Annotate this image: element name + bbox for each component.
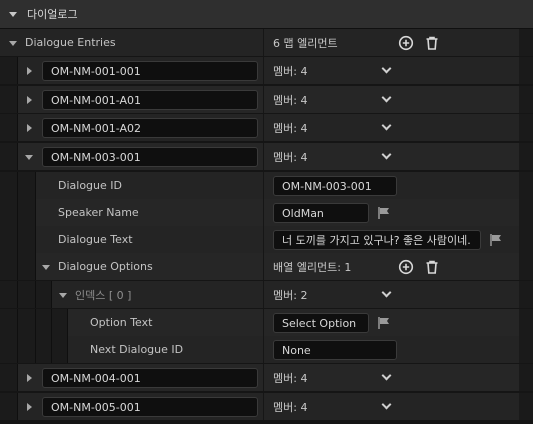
dialogue-id-row: Dialogue ID OM-NM-003-001 — [0, 172, 533, 200]
option-text-field[interactable]: Select Option — [273, 313, 369, 333]
expand-arrow-icon[interactable] — [9, 41, 17, 46]
collapse-arrow-icon[interactable] — [9, 11, 17, 17]
entry-key-field[interactable]: OM-NM-005-001 — [42, 397, 258, 417]
expand-arrow-icon[interactable] — [27, 96, 32, 104]
chevron-down-icon[interactable] — [381, 399, 392, 410]
option-text-row: Option Text Select Option — [0, 309, 533, 337]
dialogue-options-row: Dialogue Options 배열 엘리먼트: 1 — [0, 253, 533, 281]
entry-key-field[interactable]: OM-NM-001-A01 — [42, 90, 258, 110]
speaker-name-row: Speaker Name OldMan — [0, 199, 533, 227]
chevron-down-icon[interactable] — [381, 149, 392, 160]
speaker-name-field[interactable]: OldMan — [273, 203, 369, 223]
expand-arrow-icon[interactable] — [27, 124, 32, 132]
details-panel: 다이얼로그 Dialogue Entries 6 맵 엘리먼트 OM-NM-00… — [0, 0, 533, 424]
localization-flag-icon[interactable] — [377, 206, 391, 220]
dialogue-id-field[interactable]: OM-NM-003-001 — [273, 176, 397, 196]
expand-arrow-icon[interactable] — [27, 67, 32, 75]
speaker-name-label: Speaker Name — [58, 206, 139, 219]
collapse-arrow-icon[interactable] — [42, 265, 50, 270]
entry-member-count: 멤버: 4 — [273, 93, 308, 107]
entry-key-field[interactable]: OM-NM-004-001 — [42, 368, 258, 388]
dialogue-entries-count: 6 맵 엘리먼트 — [273, 36, 338, 50]
next-dialogue-id-field[interactable]: None — [273, 340, 397, 360]
localization-flag-icon[interactable] — [489, 233, 503, 247]
dialogue-text-label: Dialogue Text — [58, 233, 133, 246]
entry-member-count: 멤버: 4 — [273, 121, 308, 135]
array-index-row: 인덱스 [ 0 ] 멤버: 2 — [0, 281, 533, 309]
entry-key-field[interactable]: OM-NM-003-001 — [42, 147, 258, 167]
delete-all-icon[interactable] — [424, 35, 440, 51]
dialogue-options-count: 배열 엘리먼트: 1 — [273, 260, 352, 274]
add-element-icon[interactable] — [398, 35, 414, 51]
map-entry-row: OM-NM-001-001 멤버: 4 — [0, 57, 533, 85]
chevron-down-icon[interactable] — [381, 370, 392, 381]
next-dialogue-id-label: Next Dialogue ID — [90, 343, 184, 356]
array-index-label: 인덱스 [ 0 ] — [75, 288, 132, 302]
dialogue-options-label: Dialogue Options — [58, 260, 153, 273]
category-title: 다이얼로그 — [27, 8, 78, 21]
chevron-down-icon[interactable] — [381, 92, 392, 103]
entry-member-count: 멤버: 4 — [273, 400, 308, 414]
category-header[interactable]: 다이얼로그 — [0, 0, 533, 29]
collapse-arrow-icon[interactable] — [25, 155, 33, 160]
dialogue-id-label: Dialogue ID — [58, 179, 122, 192]
dialogue-text-row: Dialogue Text 너 도끼를 가지고 있구나? 좋은 사람이네. — [0, 226, 533, 254]
collapse-arrow-icon[interactable] — [59, 293, 67, 298]
delete-all-icon[interactable] — [424, 259, 440, 275]
map-entry-row: OM-NM-003-001 멤버: 4 — [0, 143, 533, 171]
dialogue-entries-row: Dialogue Entries 6 맵 엘리먼트 — [0, 29, 533, 57]
chevron-down-icon[interactable] — [381, 120, 392, 131]
chevron-down-icon[interactable] — [381, 287, 392, 298]
add-element-icon[interactable] — [398, 259, 414, 275]
map-entry-row: OM-NM-001-A02 멤버: 4 — [0, 114, 533, 142]
expand-arrow-icon[interactable] — [27, 374, 32, 382]
map-entry-row: OM-NM-005-001 멤버: 4 — [0, 393, 533, 421]
expand-arrow-icon[interactable] — [27, 403, 32, 411]
entry-key-field[interactable]: OM-NM-001-001 — [42, 61, 258, 81]
chevron-down-icon[interactable] — [381, 63, 392, 74]
entry-key-field[interactable]: OM-NM-001-A02 — [42, 118, 258, 138]
option-text-label: Option Text — [90, 316, 153, 329]
dialogue-entries-label: Dialogue Entries — [25, 36, 116, 49]
entry-member-count: 멤버: 4 — [273, 64, 308, 78]
map-entry-row: OM-NM-004-001 멤버: 4 — [0, 364, 533, 392]
dialogue-text-field[interactable]: 너 도끼를 가지고 있구나? 좋은 사람이네. — [273, 230, 481, 250]
map-entry-row: OM-NM-001-A01 멤버: 4 — [0, 86, 533, 114]
localization-flag-icon[interactable] — [377, 316, 391, 330]
entry-member-count: 멤버: 4 — [273, 150, 308, 164]
entry-member-count: 멤버: 4 — [273, 371, 308, 385]
array-index-member-count: 멤버: 2 — [273, 288, 308, 302]
next-dialogue-id-row: Next Dialogue ID None — [0, 336, 533, 364]
